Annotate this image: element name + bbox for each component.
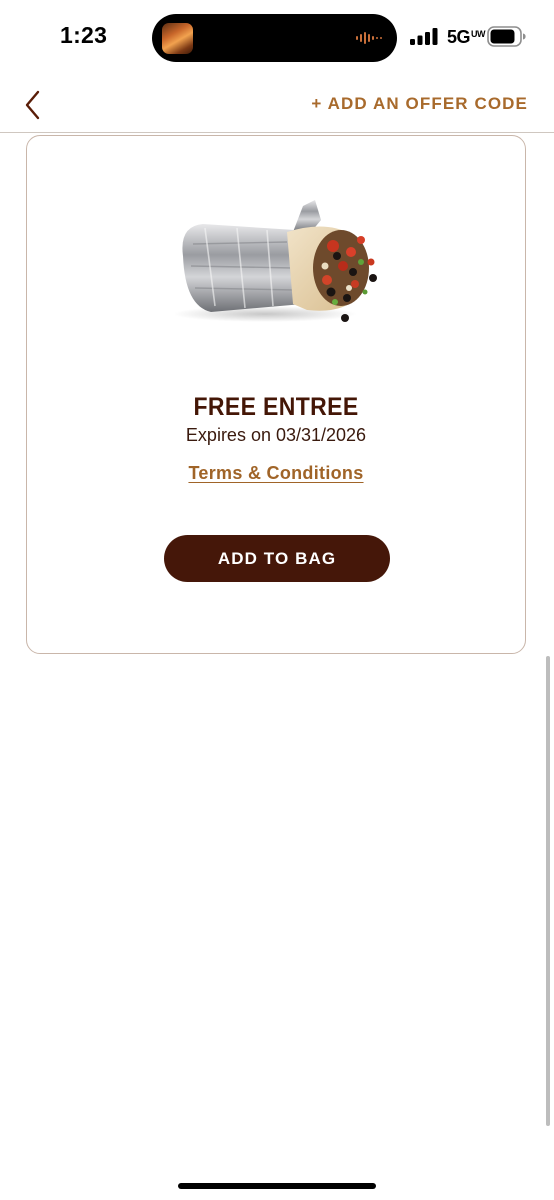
- battery-icon: [487, 26, 526, 47]
- offer-card: FREE ENTREE Expires on 03/31/2026 Terms …: [26, 135, 526, 654]
- add-to-bag-button[interactable]: ADD TO BAG: [164, 535, 390, 582]
- add-offer-code-link[interactable]: + ADD AN OFFER CODE: [311, 94, 528, 114]
- now-playing-app-icon: [162, 23, 193, 54]
- offer-title: FREE ENTREE: [193, 393, 359, 421]
- dynamic-island: [152, 14, 397, 62]
- cellular-signal-icon: [410, 28, 438, 45]
- burrito-image: [175, 200, 377, 322]
- back-button[interactable]: [20, 88, 48, 122]
- chevron-left-icon: [25, 90, 40, 120]
- status-time: 1:23: [60, 22, 108, 48]
- scrollbar[interactable]: [546, 656, 550, 1126]
- terms-and-conditions-link[interactable]: Terms & Conditions: [188, 463, 363, 483]
- offer-expiry-date: Expires on 03/31/2026: [185, 425, 367, 445]
- network-indicator: 5GUW: [447, 27, 486, 47]
- audio-waveform-icon: [356, 32, 382, 44]
- terms-container: Terms & Conditions: [27, 463, 525, 484]
- nav-bar: + ADD AN OFFER CODE: [0, 74, 554, 133]
- home-indicator[interactable]: [178, 1183, 376, 1189]
- status-bar: 1:23 5GUW: [0, 0, 554, 74]
